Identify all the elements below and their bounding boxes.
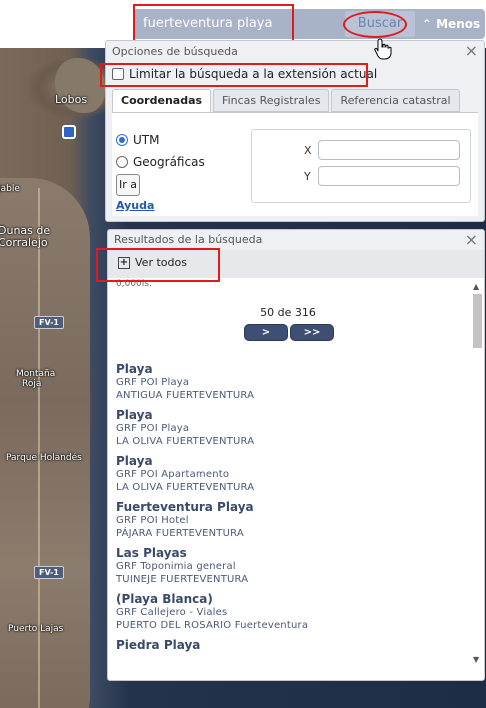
tab-referencia-catastral[interactable]: Referencia catastral	[331, 89, 460, 112]
expand-all-icon: +	[118, 256, 130, 269]
hand-cursor-icon	[374, 38, 392, 60]
search-bar: fuerteventura playa Buscar ⌃ Menos	[133, 9, 485, 39]
list-item[interactable]: Playa GRF POI Playa LA OLIVA FUERTEVENTU…	[116, 408, 456, 448]
results-title: Resultados de la búsqueda	[114, 233, 263, 246]
map-label-lobos: Lobos	[55, 93, 88, 106]
result-title[interactable]: Playa	[116, 362, 456, 376]
close-results-icon[interactable]: ×	[465, 232, 478, 248]
next-page-button[interactable]: >	[244, 324, 288, 341]
road-tag-fv1-south: FV-1	[34, 566, 64, 579]
help-link[interactable]: Ayuda	[116, 199, 154, 212]
last-page-button[interactable]: >>	[290, 324, 334, 341]
result-title[interactable]: (Playa Blanca)	[116, 592, 456, 606]
ver-todos-button[interactable]: + Ver todos	[118, 256, 187, 269]
list-item[interactable]: Playa GRF POI Apartamento LA OLIVA FUERT…	[116, 454, 456, 494]
scroll-down-icon[interactable]: ▼	[473, 655, 479, 664]
tab-fincas-registrales[interactable]: Fincas Registrales	[213, 89, 330, 112]
radio-geograficas[interactable]: Geográficas	[116, 155, 205, 169]
limit-extent-label: Limitar la búsqueda a la extensión actua…	[129, 67, 378, 81]
list-item[interactable]: Playa GRF POI Playa ANTIGUA FUERTEVENTUR…	[116, 362, 456, 402]
close-options-icon[interactable]: ×	[465, 43, 478, 59]
result-title[interactable]: Piedra Playa	[116, 638, 456, 652]
scroll-up-icon[interactable]: ▲	[473, 282, 479, 291]
list-item[interactable]: (Playa Blanca) GRF Callejero - Viales PU…	[116, 592, 456, 632]
less-options-button[interactable]: ⌃ Menos	[419, 11, 483, 37]
search-input[interactable]: fuerteventura playa	[137, 13, 343, 35]
result-place: LA OLIVA FUERTEVENTURA	[116, 436, 255, 447]
coordinates-box: X Y	[251, 129, 471, 203]
scroll-thumb[interactable]	[473, 294, 482, 348]
radio-utm-label: UTM	[133, 133, 160, 147]
y-label: Y	[304, 170, 311, 183]
ver-todos-bar: + Ver todos	[108, 250, 484, 278]
radio-utm[interactable]: UTM	[116, 133, 159, 147]
ver-todos-label: Ver todos	[135, 256, 187, 269]
result-type: GRF POI Apartamento	[116, 469, 230, 480]
result-type: GRF POI Hotel	[116, 515, 189, 526]
result-title[interactable]: Playa	[116, 408, 456, 422]
limit-extent-checkbox[interactable]	[112, 68, 124, 80]
map-label-puerto-lajas: Puerto Lajas	[8, 624, 64, 634]
results-scrollbar[interactable]: ▲ ▼	[470, 278, 484, 668]
result-place: PUERTO DEL ROSARIO Fuerteventura	[116, 620, 309, 631]
result-type: GRF POI Playa	[116, 423, 190, 434]
poi-pin-icon[interactable]	[62, 125, 76, 139]
map-label-montana: Montaña	[16, 369, 56, 379]
y-input[interactable]	[318, 166, 460, 186]
go-to-button[interactable]: Ir a	[116, 174, 140, 196]
pager-buttons: > >>	[244, 324, 336, 341]
clipped-text: 0,000ls.	[116, 279, 152, 289]
coordinates-tab-body: UTM Geográficas Ir a Ayuda X Y	[112, 112, 478, 216]
map-label-roja: Roja	[22, 379, 42, 389]
result-place: LA OLIVA FUERTEVENTURA	[116, 482, 255, 493]
map-label-corralejo: Corralejo	[0, 236, 48, 249]
results-header: Resultados de la búsqueda ×	[108, 230, 484, 250]
tab-coordenadas[interactable]: Coordenadas	[112, 89, 212, 112]
result-title[interactable]: Playa	[116, 454, 456, 468]
result-place: TUINEJE FUERTEVENTURA	[116, 574, 249, 585]
radio-geograficas-label: Geográficas	[133, 155, 205, 169]
result-place: ANTIGUA FUERTEVENTURA	[116, 390, 255, 401]
pager-count: 50 de 316	[260, 306, 316, 319]
x-label: X	[304, 144, 312, 157]
less-options-label: Menos	[436, 17, 481, 31]
radio-utm-dot[interactable]	[116, 134, 128, 146]
result-title[interactable]: Fuerteventura Playa	[116, 500, 456, 514]
x-input[interactable]	[318, 140, 460, 160]
list-item[interactable]: Las Playas GRF Toponimia general TUINEJE…	[116, 546, 456, 586]
road-tag-fv1: FV-1	[34, 316, 64, 329]
options-tabs: Coordenadas Fincas Registrales Referenci…	[112, 89, 462, 112]
search-button-highlight	[343, 11, 407, 38]
result-type: GRF Callejero - Viales	[116, 607, 228, 618]
radio-geograficas-dot[interactable]	[116, 156, 128, 168]
list-item[interactable]: Piedra Playa	[116, 638, 456, 652]
limit-extent-checkbox-row[interactable]: Limitar la búsqueda a la extensión actua…	[112, 67, 377, 81]
results-list: Playa GRF POI Playa ANTIGUA FUERTEVENTUR…	[116, 362, 456, 658]
search-results-panel: Resultados de la búsqueda × + Ver todos …	[107, 229, 485, 681]
search-options-panel: Opciones de búsqueda × Limitar la búsque…	[105, 40, 485, 222]
list-item[interactable]: Fuerteventura Playa GRF POI Hotel PÁJARA…	[116, 500, 456, 540]
chevron-up-icon: ⌃	[421, 17, 432, 31]
result-type: GRF Toponimia general	[116, 561, 236, 572]
options-title: Opciones de búsqueda	[112, 45, 238, 58]
result-place: PÁJARA FUERTEVENTURA	[116, 528, 244, 539]
result-type: GRF POI Playa	[116, 377, 190, 388]
map-label-parque-holandes: Parque Holandés	[6, 453, 82, 463]
result-title[interactable]: Las Playas	[116, 546, 456, 560]
map-label-jable: Jable	[0, 184, 20, 194]
